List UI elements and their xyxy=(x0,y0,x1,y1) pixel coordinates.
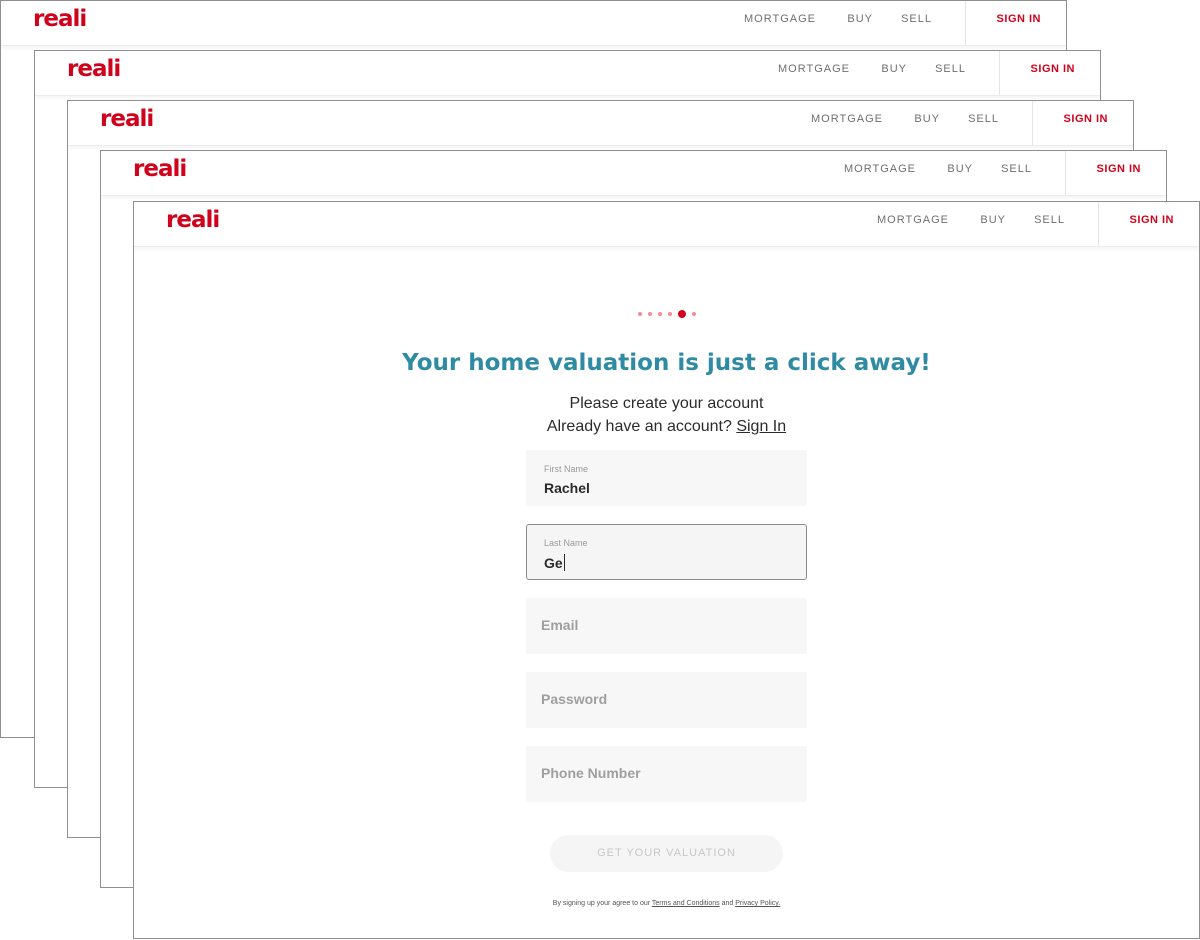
progress-dot xyxy=(691,311,696,316)
progress-dot xyxy=(657,311,662,316)
reali-logo[interactable]: reali xyxy=(100,106,154,132)
nav-mortgage[interactable]: MORTGAGE xyxy=(811,113,883,125)
existing-account-text: Already have an account? xyxy=(546,418,732,435)
last-name-label: Last Name xyxy=(544,538,588,548)
legal-disclaimer: By signing up your agree to our Terms an… xyxy=(134,900,1199,907)
nav-mortgage[interactable]: MORTGAGE xyxy=(744,13,816,25)
top-navigation: reali MORTGAGE BUY SELL SIGN IN xyxy=(35,51,1100,96)
email-field[interactable]: Email xyxy=(526,598,807,654)
nav-sell[interactable]: SELL xyxy=(901,13,932,25)
reali-logo[interactable]: reali xyxy=(133,156,187,182)
last-name-input[interactable]: Ge xyxy=(544,554,565,571)
get-valuation-button[interactable]: GET YOUR VALUATION xyxy=(550,835,783,872)
progress-dot xyxy=(667,311,672,316)
progress-dots xyxy=(134,305,1199,318)
nav-buy[interactable]: BUY xyxy=(914,113,940,125)
nav-buy[interactable]: BUY xyxy=(847,13,873,25)
nav-divider xyxy=(999,51,1000,95)
privacy-link[interactable]: Privacy Policy. xyxy=(735,900,780,907)
nav-sell[interactable]: SELL xyxy=(968,113,999,125)
text-cursor xyxy=(563,554,565,571)
signup-window: reali MORTGAGE BUY SELL SIGN IN Your hom… xyxy=(133,201,1200,939)
nav-mortgage[interactable]: MORTGAGE xyxy=(877,214,949,226)
nav-sign-in[interactable]: SIGN IN xyxy=(1097,163,1141,175)
nav-sign-in[interactable]: SIGN IN xyxy=(1130,214,1174,226)
first-name-value[interactable]: Rachel xyxy=(544,480,590,496)
nav-sell[interactable]: SELL xyxy=(1034,214,1065,226)
nav-mortgage[interactable]: MORTGAGE xyxy=(778,63,850,75)
reali-logo[interactable]: reali xyxy=(166,207,220,233)
create-account-subtitle: Please create your account xyxy=(569,395,764,412)
password-field[interactable]: Password xyxy=(526,672,807,728)
top-navigation: reali MORTGAGE BUY SELL SIGN IN xyxy=(101,151,1166,196)
nav-buy[interactable]: BUY xyxy=(881,63,907,75)
last-name-value: Ge xyxy=(544,555,563,571)
top-navigation: reali MORTGAGE BUY SELL SIGN IN xyxy=(68,101,1133,146)
nav-divider xyxy=(1032,101,1033,145)
nav-divider xyxy=(1098,202,1099,246)
email-placeholder: Email xyxy=(541,617,579,633)
top-navigation: reali MORTGAGE BUY SELL SIGN IN xyxy=(134,202,1199,247)
signup-content: Your home valuation is just a click away… xyxy=(134,246,1199,938)
phone-number-field[interactable]: Phone Number xyxy=(526,746,807,802)
reali-logo[interactable]: reali xyxy=(67,56,121,82)
sign-in-link[interactable]: Sign In xyxy=(736,418,786,435)
progress-dot xyxy=(637,311,642,316)
nav-sell[interactable]: SELL xyxy=(935,63,966,75)
legal-prefix: By signing up your agree to our xyxy=(552,900,651,907)
nav-sign-in[interactable]: SIGN IN xyxy=(1064,113,1108,125)
nav-sell[interactable]: SELL xyxy=(1001,163,1032,175)
top-navigation: reali MORTGAGE BUY SELL SIGN IN xyxy=(1,1,1066,46)
password-placeholder: Password xyxy=(541,691,608,707)
nav-sign-in[interactable]: SIGN IN xyxy=(997,13,1041,25)
nav-buy[interactable]: BUY xyxy=(947,163,973,175)
progress-dot-current xyxy=(677,309,686,318)
nav-buy[interactable]: BUY xyxy=(980,214,1006,226)
reali-logo[interactable]: reali xyxy=(33,6,87,32)
progress-dot xyxy=(647,311,652,316)
first-name-field[interactable]: First Name Rachel xyxy=(526,450,807,506)
nav-divider xyxy=(1065,151,1066,195)
first-name-label: First Name xyxy=(544,464,589,474)
nav-divider xyxy=(965,1,966,45)
legal-and: and xyxy=(721,900,734,907)
last-name-field[interactable]: Last Name Ge xyxy=(526,524,807,580)
phone-number-placeholder: Phone Number xyxy=(541,765,641,781)
page-title: Your home valuation is just a click away… xyxy=(402,350,931,376)
existing-account-line: Already have an account? Sign In xyxy=(134,418,1199,436)
nav-sign-in[interactable]: SIGN IN xyxy=(1031,63,1075,75)
terms-link[interactable]: Terms and Conditions xyxy=(652,900,720,907)
nav-mortgage[interactable]: MORTGAGE xyxy=(844,163,916,175)
